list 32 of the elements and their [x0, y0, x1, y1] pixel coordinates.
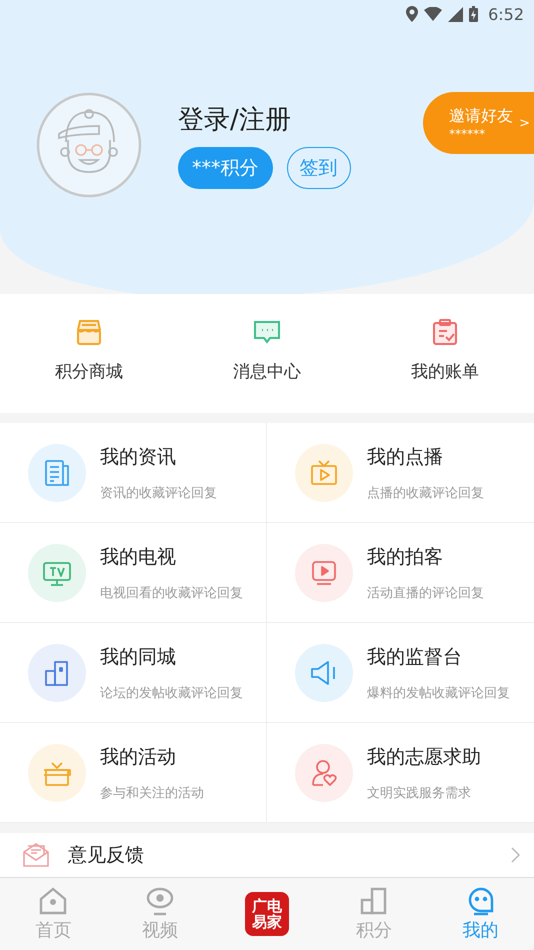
status-time: 6:52 [488, 4, 524, 24]
envelope-icon [22, 842, 50, 868]
menu-item-description: 资讯的收藏评论回复 [100, 484, 217, 502]
menu-item[interactable]: 我的活动 参与和关注的活动 [0, 723, 267, 823]
signal-icon [448, 6, 464, 22]
menu-item-description: 电视回看的收藏评论回复 [100, 584, 243, 602]
avatar-icon [36, 92, 142, 198]
menu-item-description: 点播的收藏评论回复 [367, 484, 484, 502]
menu-item[interactable]: 我的同城 论坛的发帖收藏评论回复 [0, 623, 267, 723]
menu-item[interactable]: 我的电视 电视回看的收藏评论回复 [0, 523, 267, 623]
app-logo: 广电易家 [244, 892, 289, 936]
menu-item-description: 文明实践服务需求 [367, 784, 472, 802]
menu-item[interactable]: 我的拍客 活动直播的评论回复 [267, 523, 534, 623]
nav-tab[interactable]: 广电易家 [214, 878, 320, 950]
quick-link[interactable]: 积分商城 [29, 316, 149, 383]
menu-item[interactable]: 我的点播 点播的收藏评论回复 [267, 423, 534, 523]
battery-icon [469, 6, 478, 22]
menu-item[interactable]: 我的资讯 资讯的收藏评论回复 [0, 423, 267, 523]
feedback-label: 意见反馈 [68, 843, 145, 868]
login-register-link[interactable]: 登录/注册 [178, 102, 350, 136]
feedback-row[interactable]: 意见反馈 [0, 833, 534, 877]
menu-item[interactable]: 我的志愿求助 文明实践服务需求 [267, 723, 534, 823]
menu-item-description: 活动直播的评论回复 [367, 584, 484, 602]
quick-link[interactable]: 消息中心 [207, 316, 327, 383]
location-icon [406, 6, 418, 22]
menu-item-description: 爆料的发帖收藏评论回复 [367, 684, 510, 702]
menu-item-description: 论坛的发帖收藏评论回复 [100, 684, 243, 702]
menu-item-description: 参与和关注的活动 [100, 784, 204, 802]
chevron-right-icon [510, 847, 520, 863]
menu-item[interactable]: 我的监督台 爆料的发帖收藏评论回复 [267, 623, 534, 723]
wifi-icon [424, 7, 442, 21]
quick-link[interactable]: 我的账单 [385, 316, 505, 383]
